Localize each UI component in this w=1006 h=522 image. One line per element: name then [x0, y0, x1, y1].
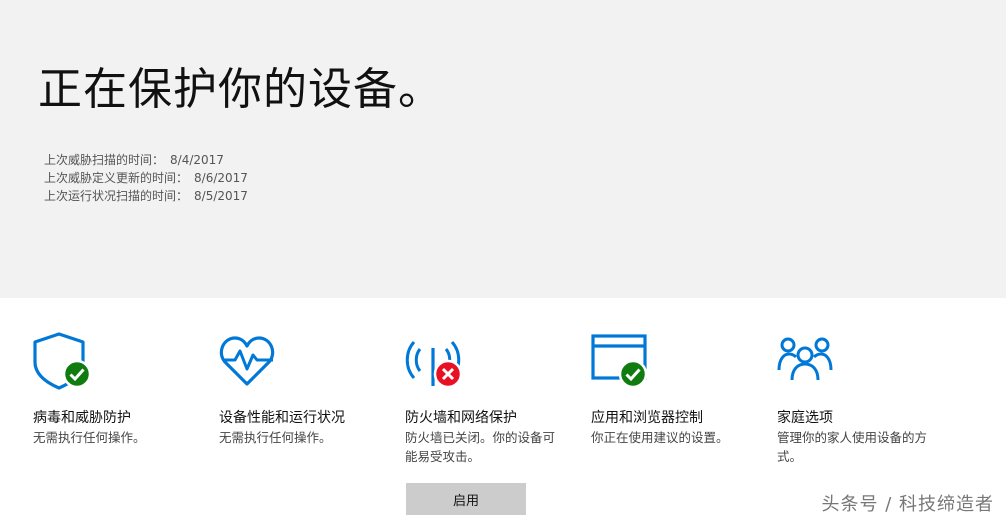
- tile-description: 无需执行任何操作。: [219, 430, 332, 445]
- tile-title: 防火墙和网络保护: [405, 410, 517, 426]
- tile-description: 无需执行任何操作。: [33, 430, 146, 445]
- tile-description: 防火墙已关闭。你的设备可能易受攻击。: [405, 430, 556, 464]
- last-health-scan: 上次运行状况扫描的时间： 8/5/2017: [44, 187, 248, 205]
- page-title: 正在保护你的设备。: [38, 64, 443, 115]
- tile-description: 你正在使用建议的设置。: [591, 430, 729, 445]
- scan-info-list: 上次威胁扫描的时间： 8/4/2017 上次威胁定义更新的时间： 8/6/2017 …: [44, 151, 248, 205]
- shield-check-icon: [33, 332, 97, 392]
- scan-label: 上次运行状况扫描的时间：: [44, 189, 189, 203]
- antenna-error-icon: [405, 332, 469, 392]
- scan-date: 8/6/2017: [194, 171, 248, 185]
- enable-firewall-button[interactable]: 启用: [406, 483, 526, 515]
- browser-check-icon: [591, 332, 655, 392]
- status-hero: 正在保护你的设备。 上次威胁扫描的时间： 8/4/2017 上次威胁定义更新的时间…: [0, 0, 1006, 298]
- tile-app-browser-control[interactable]: 应用和浏览器控制 你正在使用建议的设置。: [591, 332, 761, 447]
- scan-label: 上次威胁定义更新的时间：: [44, 171, 189, 185]
- scan-label: 上次威胁扫描的时间：: [44, 153, 165, 167]
- tile-title: 病毒和威胁防护: [33, 410, 131, 426]
- tile-family-options[interactable]: 家庭选项 管理你的家人使用设备的方式。: [777, 332, 947, 466]
- tile-device-health[interactable]: 设备性能和运行状况 无需执行任何操作。: [219, 332, 389, 447]
- last-definition-update: 上次威胁定义更新的时间： 8/6/2017: [44, 169, 248, 187]
- family-icon: [777, 332, 841, 392]
- tile-description: 管理你的家人使用设备的方式。: [777, 430, 928, 464]
- tile-title: 应用和浏览器控制: [591, 410, 703, 426]
- watermark: 头条号 / 科技缔造者: [821, 494, 994, 515]
- heart-pulse-icon: [219, 332, 283, 392]
- scan-date: 8/5/2017: [194, 189, 248, 203]
- scan-date: 8/4/2017: [170, 153, 224, 167]
- tile-title: 设备性能和运行状况: [219, 410, 345, 426]
- tile-virus-threat-protection[interactable]: 病毒和威胁防护 无需执行任何操作。: [33, 332, 203, 447]
- tile-firewall-network[interactable]: 防火墙和网络保护 防火墙已关闭。你的设备可能易受攻击。: [405, 332, 575, 466]
- tile-title: 家庭选项: [777, 410, 833, 426]
- last-threat-scan: 上次威胁扫描的时间： 8/4/2017: [44, 151, 248, 169]
